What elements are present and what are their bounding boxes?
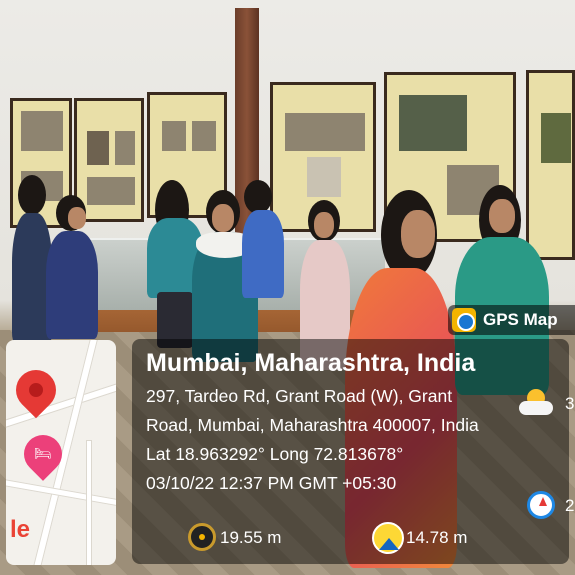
weather-value: 3 xyxy=(565,394,575,413)
address-line-1: 297, Tardeo Rd, Grant Road (W), Grant xyxy=(146,386,453,406)
gps-map-logo-icon xyxy=(452,308,476,332)
accuracy-icon xyxy=(188,523,216,551)
altitude-value: 14.78 m xyxy=(406,528,468,547)
datetime-text: 03/10/22 12:37 PM GMT +05:30 xyxy=(146,473,397,493)
altitude-icon xyxy=(372,522,404,554)
address-line-2: Road, Mumbai, Maharashtra 400007, India xyxy=(146,415,479,435)
visitor xyxy=(238,180,288,300)
gps-map-badge: GPS Map xyxy=(448,305,575,335)
location-title: Mumbai, Maharashtra, India xyxy=(146,349,476,377)
badge-label: GPS Map xyxy=(483,310,558,329)
coordinates-text: Lat 18.963292° Long 72.813678° xyxy=(146,444,404,464)
compass-value: 2 xyxy=(565,496,575,515)
accuracy-value: 19.55 m xyxy=(220,528,282,547)
map-thumbnail[interactable]: 🛏 le xyxy=(6,340,116,565)
weather-icon xyxy=(519,389,553,417)
map-logo: le xyxy=(10,516,31,543)
compass-icon xyxy=(527,491,555,519)
visitor xyxy=(44,195,100,340)
